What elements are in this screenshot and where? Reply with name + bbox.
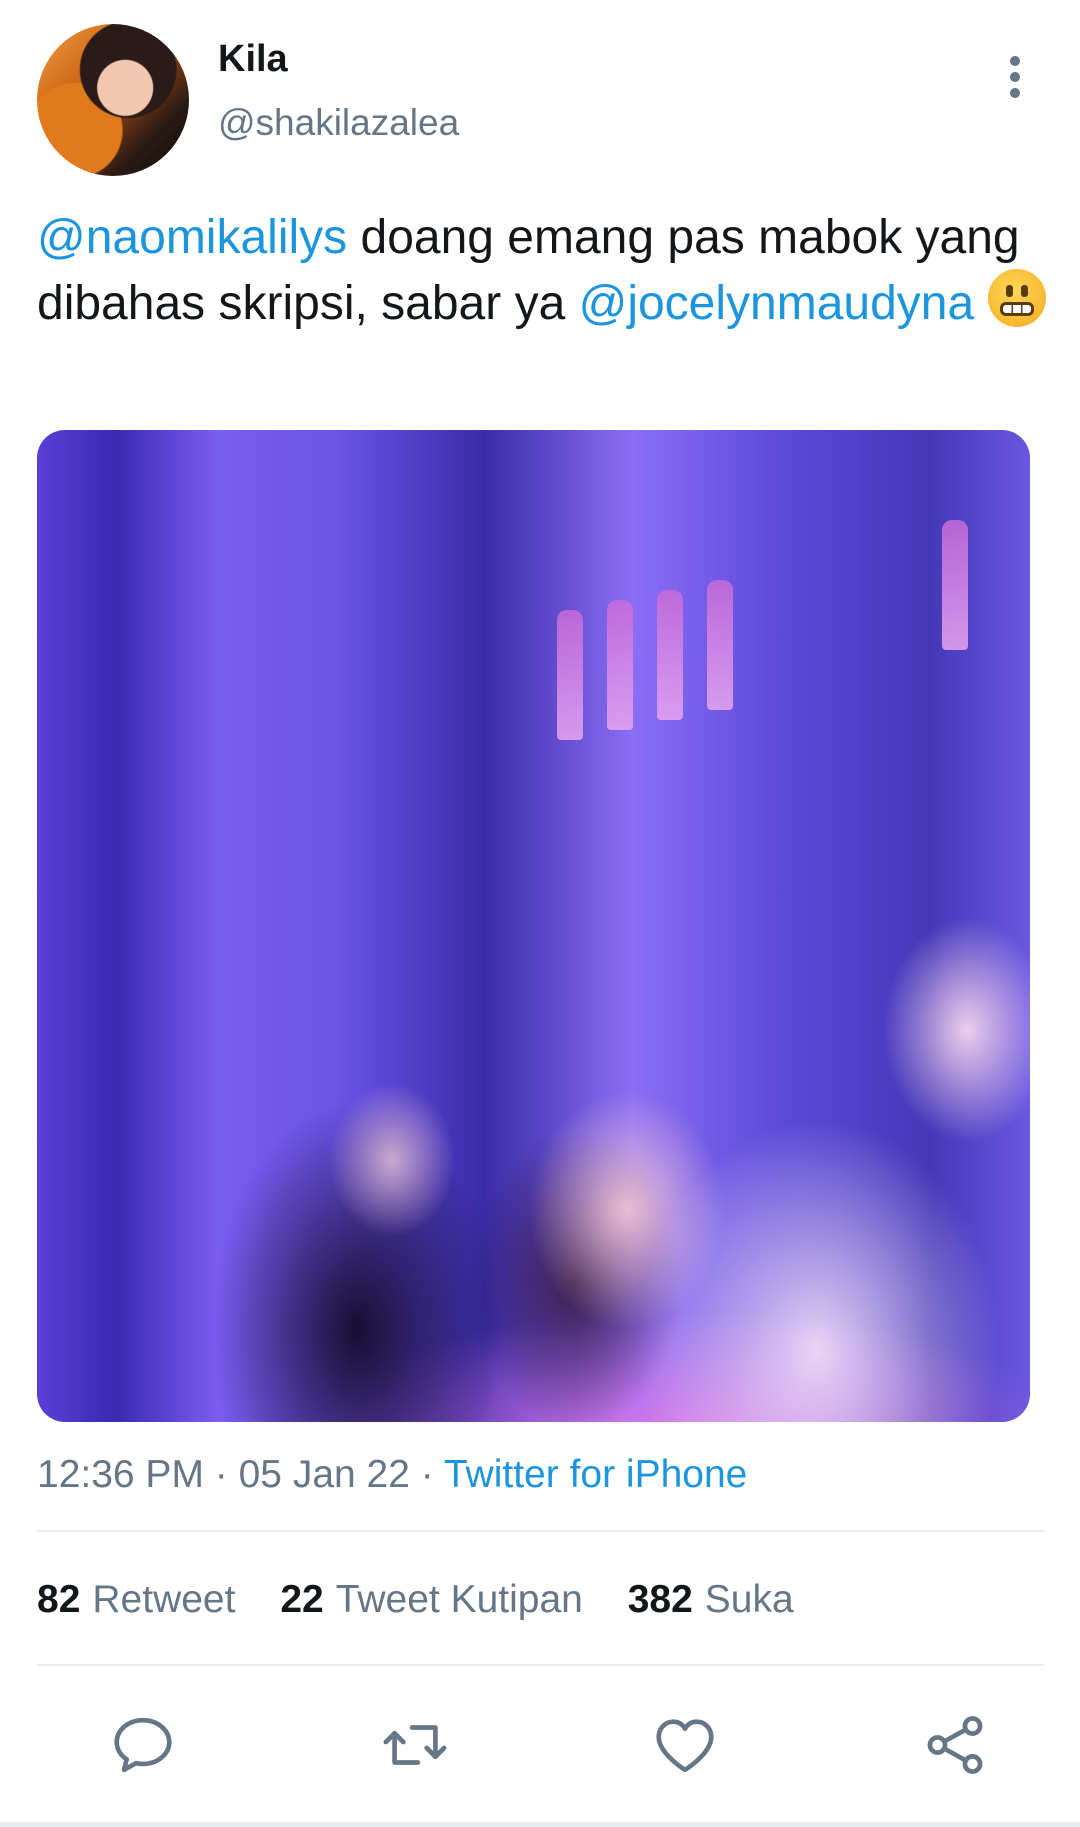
tweet-stats: 82 Retweet 22 Tweet Kutipan 382 Suka	[37, 1578, 828, 1622]
reply-button[interactable]	[108, 1710, 178, 1780]
more-options-button[interactable]	[1000, 52, 1030, 102]
quotes-count: 22	[280, 1578, 324, 1621]
photo-detail	[557, 610, 583, 740]
quotes-label: Tweet Kutipan	[335, 1578, 583, 1621]
share-button[interactable]	[920, 1710, 990, 1780]
photo-detail	[607, 600, 633, 730]
retweet-icon	[383, 1725, 447, 1765]
author-name[interactable]: Kila	[218, 38, 288, 81]
grimacing-face-icon	[988, 269, 1047, 327]
more-dot	[1010, 88, 1020, 98]
tweet-time: 12:36 PM	[37, 1453, 204, 1496]
like-icon	[656, 1719, 714, 1773]
divider	[37, 1530, 1044, 1532]
retweets-stat[interactable]: 82 Retweet	[37, 1578, 235, 1621]
more-dot	[1010, 56, 1020, 66]
photo-detail	[707, 580, 733, 710]
tweet-photo[interactable]	[37, 430, 1030, 1422]
author-avatar[interactable]	[37, 24, 189, 176]
retweets-label: Retweet	[92, 1578, 236, 1621]
tweet-meta: 12:36 PM · 05 Jan 22 · Twitter for iPhon…	[37, 1453, 747, 1497]
meta-separator: ·	[409, 1453, 444, 1496]
divider	[37, 1664, 1044, 1666]
retweets-count: 82	[37, 1578, 81, 1621]
mention-link[interactable]: @jocelynmaudyna	[579, 277, 975, 330]
mention-link[interactable]: @naomikalilys	[37, 211, 347, 264]
like-button[interactable]	[650, 1710, 720, 1780]
retweet-button[interactable]	[380, 1710, 450, 1780]
likes-count: 382	[627, 1578, 693, 1621]
share-icon	[927, 1716, 983, 1774]
meta-separator: ·	[203, 1453, 239, 1496]
tweet-text: @naomikalilys doang emang pas mabok yang…	[37, 206, 1047, 335]
likes-stat[interactable]: 382 Suka	[628, 1578, 794, 1621]
reply-icon	[114, 1717, 172, 1773]
author-handle[interactable]: @shakilazalea	[218, 102, 459, 144]
bottom-separator	[0, 1822, 1080, 1827]
tweet-source-link[interactable]: Twitter for iPhone	[444, 1453, 747, 1496]
photo-detail	[942, 520, 968, 650]
tweet-date: 05 Jan 22	[238, 1453, 410, 1496]
likes-label: Suka	[704, 1578, 794, 1621]
more-dot	[1010, 72, 1020, 82]
quotes-stat[interactable]: 22 Tweet Kutipan	[280, 1578, 583, 1621]
photo-detail	[657, 590, 683, 720]
